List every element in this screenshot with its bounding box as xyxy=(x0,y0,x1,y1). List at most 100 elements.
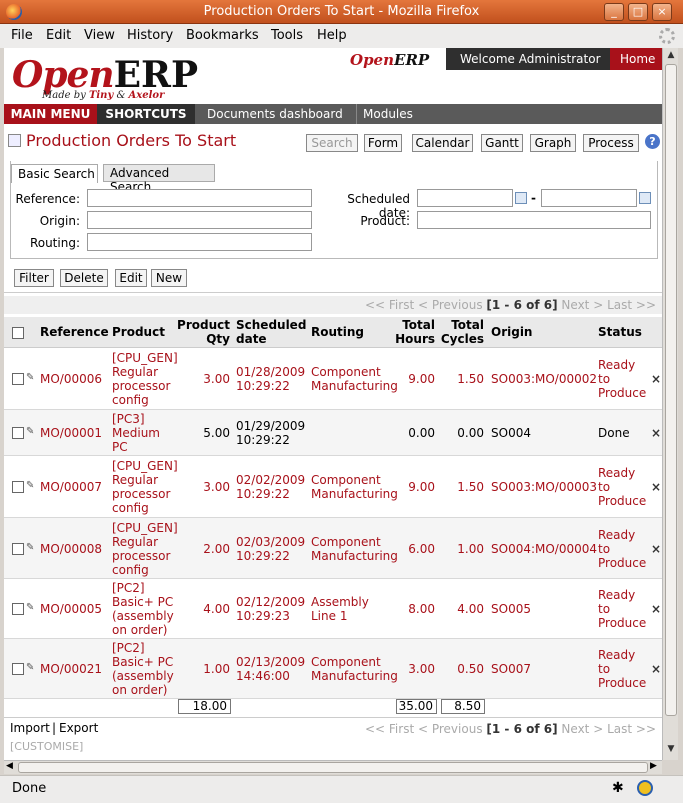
close-icon[interactable]: × xyxy=(652,3,672,21)
edit-pencil-icon[interactable]: ✎ xyxy=(26,480,34,491)
calendar-from-icon[interactable] xyxy=(515,192,527,204)
scheduled-date-from-input[interactable] xyxy=(417,189,513,207)
row-routing[interactable]: Component Manufacturing xyxy=(311,473,398,501)
help-icon[interactable]: ? xyxy=(645,134,660,149)
vertical-scrollbar[interactable]: ▲ ▼ xyxy=(662,48,678,760)
scroll-up-icon[interactable]: ▲ xyxy=(665,50,677,62)
menu-history[interactable]: History xyxy=(127,28,173,43)
reference-input[interactable] xyxy=(87,189,312,207)
col-origin[interactable]: Origin xyxy=(491,325,532,339)
col-total-hours[interactable]: Total Hours xyxy=(390,318,435,346)
bug-icon[interactable]: ✱ xyxy=(612,780,624,796)
pager-next-bottom[interactable]: Next > xyxy=(561,722,603,736)
menu-tools[interactable]: Tools xyxy=(271,28,303,43)
col-product[interactable]: Product xyxy=(112,325,165,339)
delete-row-icon[interactable]: × xyxy=(651,372,661,386)
row-checkbox[interactable] xyxy=(12,543,24,555)
scroll-left-icon[interactable]: ◀ xyxy=(6,761,13,771)
graph-view-button[interactable]: Graph xyxy=(530,134,576,152)
row-routing[interactable]: Component Manufacturing xyxy=(311,655,398,683)
menu-bookmarks[interactable]: Bookmarks xyxy=(186,28,259,43)
edit-pencil-icon[interactable]: ✎ xyxy=(26,542,34,553)
row-product[interactable]: [PC2] Basic+ PC (assembly on order) xyxy=(112,641,174,697)
menu-edit[interactable]: Edit xyxy=(46,28,71,43)
row-reference[interactable]: MO/00008 xyxy=(40,542,102,556)
pager-previous-bottom[interactable]: < Previous xyxy=(418,722,483,736)
scroll-down-icon[interactable]: ▼ xyxy=(665,744,677,756)
row-product[interactable]: [PC2] Basic+ PC (assembly on order) xyxy=(112,581,174,637)
row-reference[interactable]: MO/00021 xyxy=(40,662,102,676)
calendar-to-icon[interactable] xyxy=(639,192,651,204)
process-view-button[interactable]: Process xyxy=(583,134,639,152)
scroll-right-icon[interactable]: ▶ xyxy=(650,761,657,771)
row-reference[interactable]: MO/00005 xyxy=(40,602,102,616)
row-checkbox[interactable] xyxy=(12,373,24,385)
maximize-icon[interactable]: □ xyxy=(628,3,648,21)
row-checkbox[interactable] xyxy=(12,481,24,493)
table-row[interactable]: ✎ MO/00006 [CPU_GEN] Regular processor config… xyxy=(4,348,662,410)
customise-link[interactable]: [CUSTOMISE] xyxy=(10,740,83,753)
main-menu-tab[interactable]: MAIN MENU xyxy=(4,104,97,124)
menu-view[interactable]: View xyxy=(84,28,115,43)
tab-advanced-search[interactable]: Advanced Search xyxy=(103,164,215,194)
minimize-icon[interactable]: _ xyxy=(604,3,624,21)
scheduled-date-to-input[interactable] xyxy=(541,189,637,207)
origin-input[interactable] xyxy=(87,211,312,229)
calendar-view-button[interactable]: Calendar xyxy=(412,134,473,152)
gantt-view-button[interactable]: Gantt xyxy=(481,134,523,152)
table-row[interactable]: ✎ MO/00021 [PC2] Basic+ PC (assembly on order… xyxy=(4,639,662,699)
vertical-scroll-thumb[interactable] xyxy=(665,64,677,716)
table-row[interactable]: ✎ MO/00001 [PC3] Medium PC 5.00 01/29/2009 10:2… xyxy=(4,410,662,456)
pager-last[interactable]: Last >> xyxy=(607,298,656,312)
col-reference[interactable]: Reference xyxy=(40,325,109,339)
menu-help[interactable]: Help xyxy=(317,28,347,43)
product-input[interactable] xyxy=(417,211,651,229)
horizontal-scrollbar[interactable]: ◀ ▶ xyxy=(4,760,662,774)
horizontal-scroll-thumb[interactable] xyxy=(18,762,648,773)
row-checkbox[interactable] xyxy=(12,663,24,675)
menu-file[interactable]: File xyxy=(11,28,33,43)
routing-input[interactable] xyxy=(87,233,312,251)
row-routing[interactable]: Assembly Line 1 xyxy=(311,595,369,623)
delete-row-icon[interactable]: × xyxy=(651,602,661,616)
openerp-logo[interactable]: OpenERP Made by Tiny & Axelor xyxy=(12,54,198,101)
tab-basic-search[interactable]: Basic Search xyxy=(11,164,98,183)
table-row[interactable]: ✎ MO/00005 [PC2] Basic+ PC (assembly on order… xyxy=(4,579,662,639)
edit-button[interactable]: Edit xyxy=(115,269,147,287)
delete-row-icon[interactable]: × xyxy=(651,542,661,556)
row-reference[interactable]: MO/00006 xyxy=(40,372,102,386)
edit-pencil-icon[interactable]: ✎ xyxy=(26,426,34,437)
form-view-button[interactable]: Form xyxy=(364,134,402,152)
edit-pencil-icon[interactable]: ✎ xyxy=(26,602,34,613)
row-product[interactable]: [PC3] Medium PC xyxy=(112,412,160,454)
row-checkbox[interactable] xyxy=(12,427,24,439)
delete-button[interactable]: Delete xyxy=(60,269,108,287)
col-product-qty[interactable]: Product Qty xyxy=(166,318,230,346)
col-total-cycles[interactable]: Total Cycles xyxy=(439,318,484,346)
shortcut-documents-dashboard[interactable]: Documents dashboard xyxy=(207,107,343,121)
pager-first-bottom[interactable]: << First xyxy=(365,722,414,736)
new-button[interactable]: New xyxy=(151,269,187,287)
pager-next[interactable]: Next > xyxy=(561,298,603,312)
row-routing[interactable]: Component Manufacturing xyxy=(311,535,398,563)
search-view-button[interactable]: Search xyxy=(306,134,358,152)
shortcut-modules[interactable]: Modules xyxy=(356,104,413,124)
select-all-checkbox[interactable] xyxy=(12,327,24,339)
row-reference[interactable]: MO/00001 xyxy=(40,426,102,440)
col-scheduled-date[interactable]: Scheduled date xyxy=(236,318,306,346)
shortcuts-tab[interactable]: SHORTCUTS xyxy=(97,104,195,124)
pager-last-bottom[interactable]: Last >> xyxy=(607,722,656,736)
pager-first[interactable]: << First xyxy=(365,298,414,312)
row-routing[interactable]: Component Manufacturing xyxy=(311,365,398,393)
edit-pencil-icon[interactable]: ✎ xyxy=(26,372,34,383)
home-button[interactable]: Home xyxy=(610,48,662,70)
update-icon[interactable] xyxy=(637,780,653,796)
table-row[interactable]: ✎ MO/00008 [CPU_GEN] Regular processor config… xyxy=(4,518,662,579)
table-row[interactable]: ✎ MO/00007 [CPU_GEN] Regular processor config… xyxy=(4,456,662,518)
col-status[interactable]: Status xyxy=(598,325,642,339)
pager-previous[interactable]: < Previous xyxy=(418,298,483,312)
row-checkbox[interactable] xyxy=(12,603,24,615)
delete-row-icon[interactable]: × xyxy=(651,426,661,440)
row-reference[interactable]: MO/00007 xyxy=(40,480,102,494)
col-routing[interactable]: Routing xyxy=(311,325,364,339)
